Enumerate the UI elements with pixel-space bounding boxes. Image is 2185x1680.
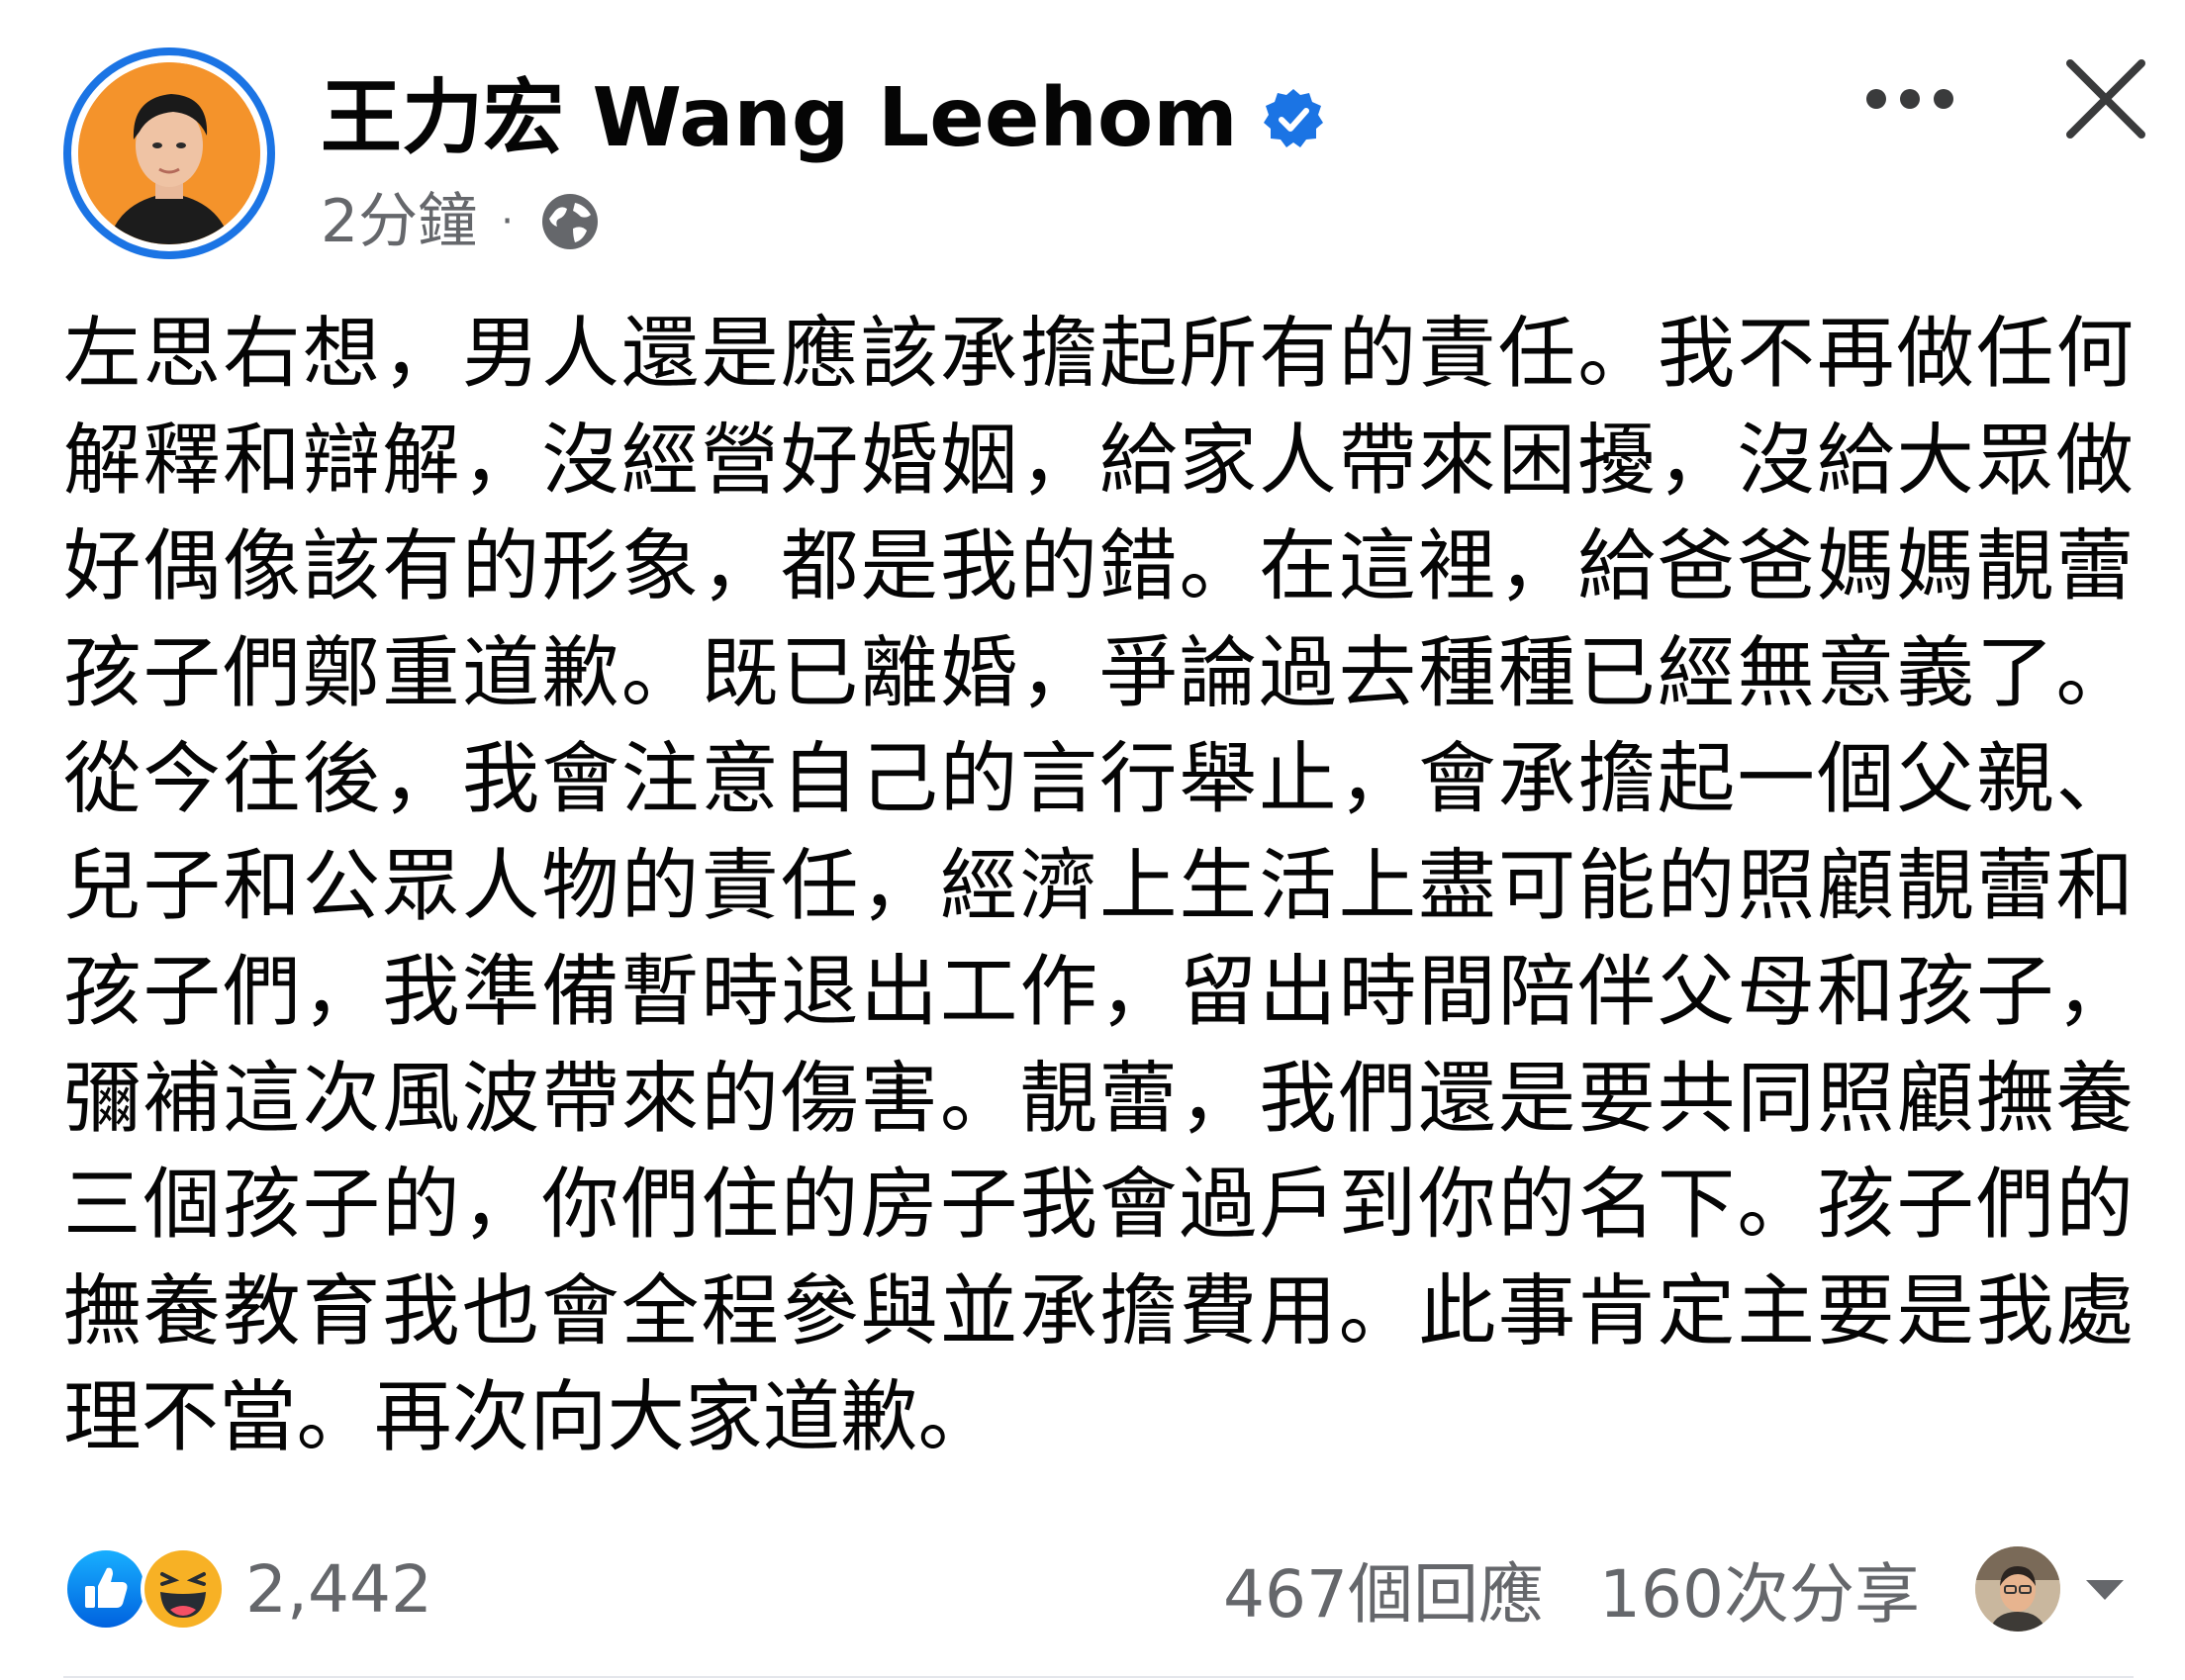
shares-count[interactable]: 160次分享 (1599, 1541, 1920, 1636)
more-dot-icon (1900, 89, 1920, 109)
reaction-count[interactable]: 2,442 (245, 1551, 432, 1628)
comments-count[interactable]: 467個回應 (1223, 1541, 1544, 1636)
portrait-illustration (78, 62, 260, 244)
post-stats: 467個回應 160次分享 (1223, 1543, 2128, 1634)
post-body-text: 左思右想，男人還是應該承擔起所有的責任。我不再做任何解釋和辯解，沒經營好婚姻，給… (63, 308, 2134, 1462)
divider (63, 1676, 2134, 1678)
close-button[interactable] (2058, 51, 2153, 146)
author-name[interactable]: 王力宏 Wang Leehom (321, 69, 1238, 168)
haha-icon (141, 1546, 226, 1632)
post-timestamp[interactable]: 2分鐘 (321, 184, 477, 259)
meta-separator: · (501, 199, 514, 244)
more-dot-icon (1866, 89, 1886, 109)
like-icon (63, 1546, 148, 1632)
author-name-row[interactable]: 王力宏 Wang Leehom (321, 69, 1325, 168)
viewer-avatar[interactable] (1975, 1546, 2060, 1632)
chevron-down-icon[interactable] (2082, 1574, 2128, 1604)
verified-badge-icon (1262, 87, 1325, 150)
profile-photo (78, 62, 260, 244)
profile-avatar[interactable] (63, 47, 275, 259)
post-meta: 2分鐘 · (321, 184, 603, 259)
globe-icon[interactable] (537, 189, 603, 254)
more-options-button[interactable] (1841, 67, 1979, 131)
close-icon (2066, 59, 2145, 139)
reactions-summary[interactable]: 2,442 (63, 1543, 432, 1634)
more-dot-icon (1934, 89, 1953, 109)
